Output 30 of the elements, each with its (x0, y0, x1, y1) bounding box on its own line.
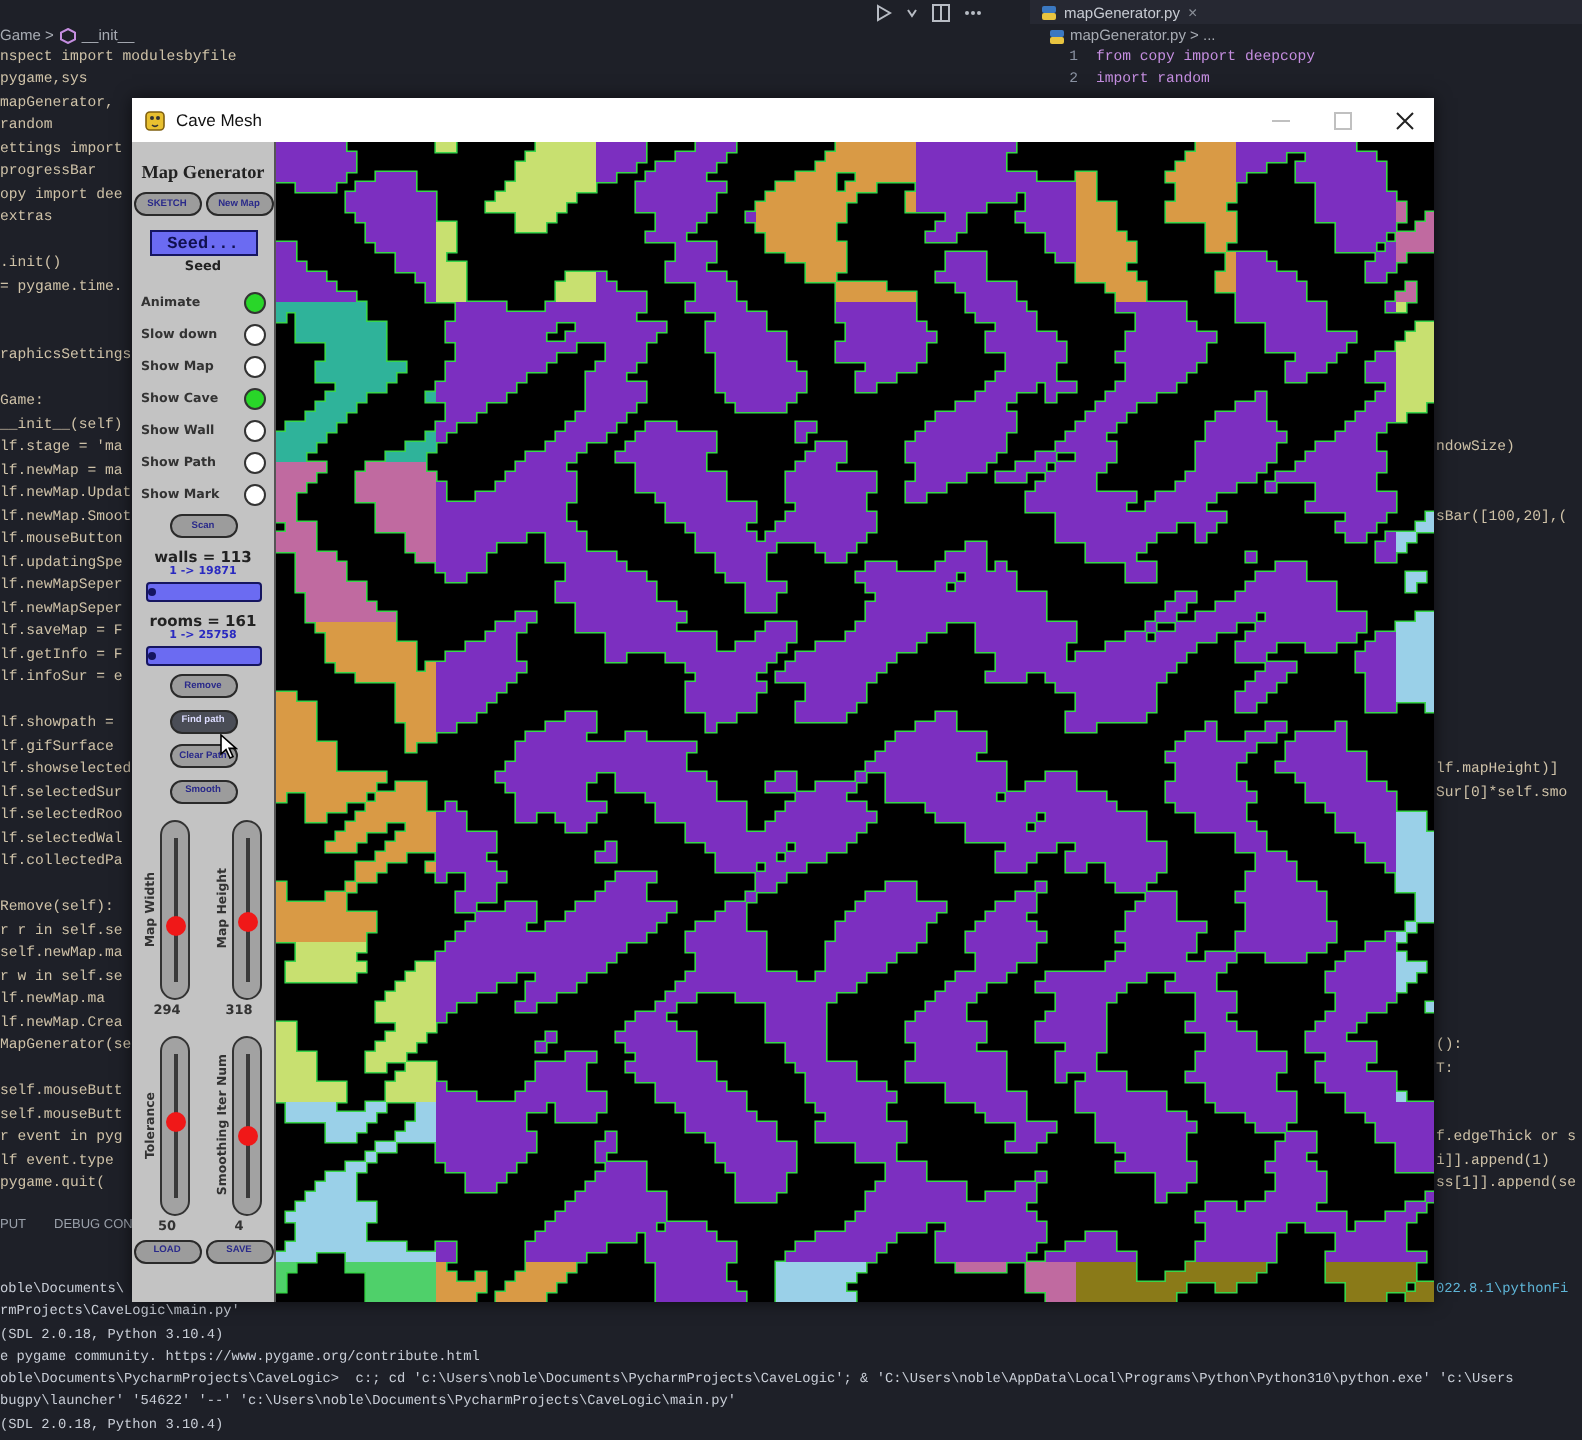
slider-knob[interactable] (148, 588, 157, 596)
snake-icon (144, 108, 166, 132)
python-file-icon (1042, 5, 1056, 20)
slider-knob[interactable] (148, 652, 157, 660)
toggle-circle[interactable] (243, 419, 265, 441)
toggle-circle[interactable] (243, 291, 265, 313)
vertical-slider[interactable] (160, 819, 190, 999)
slider-thumb[interactable] (237, 911, 257, 932)
vertical-slider[interactable] (232, 819, 262, 999)
seed-field[interactable]: Seed... (149, 230, 257, 256)
window-title: Cave Mesh (176, 110, 264, 130)
toggle-circle[interactable] (243, 451, 265, 473)
slider-thumb[interactable] (237, 1125, 257, 1146)
panel-title: Map Generator (141, 162, 265, 182)
cube-icon (59, 28, 76, 44)
toggle-circle[interactable] (243, 355, 265, 377)
run-icon[interactable] (876, 3, 892, 22)
toggle-circle[interactable] (243, 387, 265, 409)
close-icon[interactable] (1396, 111, 1414, 129)
slider-thumb[interactable] (165, 916, 185, 937)
vertical-slider[interactable] (160, 1035, 190, 1215)
slider-thumb[interactable] (165, 1111, 185, 1132)
range-slider[interactable] (145, 646, 261, 666)
python-file-icon (1050, 29, 1064, 43)
toggle-circle[interactable] (243, 323, 265, 345)
vertical-slider[interactable] (232, 1035, 262, 1215)
split-editor-icon[interactable] (932, 3, 950, 22)
tab-close[interactable]: × (1187, 3, 1198, 22)
toggle-circle[interactable] (243, 483, 265, 505)
range-slider[interactable] (145, 582, 261, 602)
